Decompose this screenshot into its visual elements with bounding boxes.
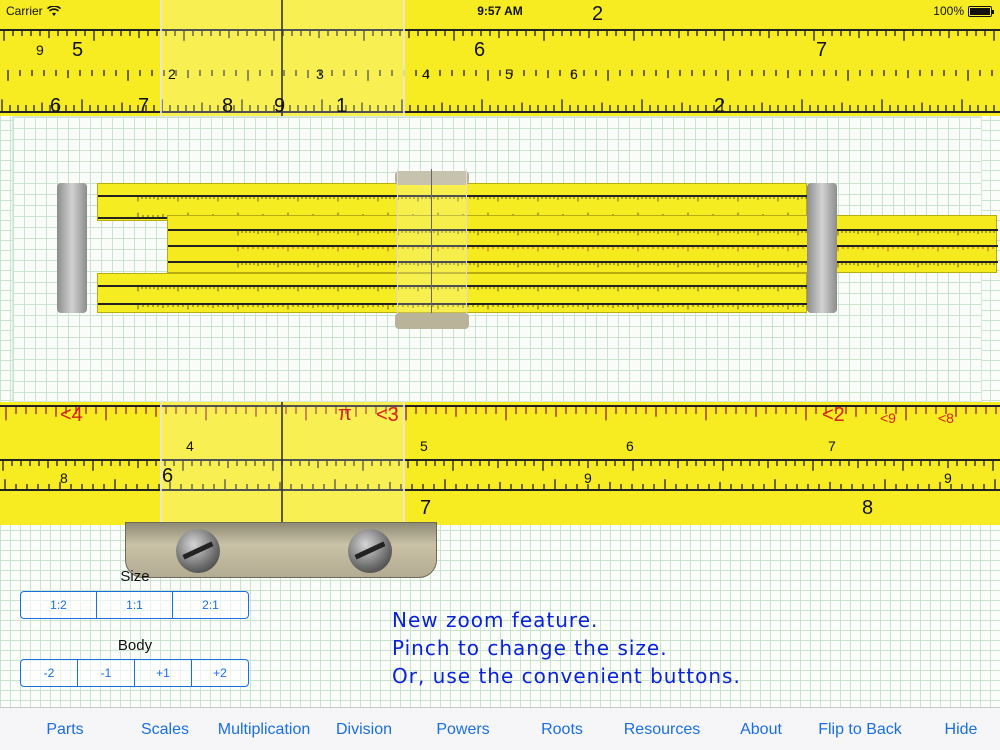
size-option-button[interactable]: 1:1	[97, 592, 173, 618]
body-option-button[interactable]: -1	[78, 660, 135, 686]
scale-label: 9	[36, 42, 44, 58]
body-option-button[interactable]: +1	[135, 660, 192, 686]
size-option-button[interactable]: 1:2	[21, 592, 97, 618]
body-title: Body	[117, 637, 153, 654]
scale-label: 6	[626, 438, 634, 454]
small-slide-rule[interactable]	[57, 169, 998, 329]
scale-label: 6	[474, 39, 486, 61]
small-rule-slide[interactable]	[167, 215, 998, 273]
size-title: Size	[120, 568, 150, 585]
scale-label: <2	[822, 404, 845, 426]
cursor-foot	[125, 522, 437, 578]
scale-label: 5	[420, 438, 428, 454]
scale-label: 7	[816, 39, 828, 61]
scale-label: 2	[714, 95, 726, 117]
tab-scales[interactable]: Scales	[130, 708, 200, 750]
small-rule-cursor[interactable]	[397, 169, 467, 329]
bottom-scale-ticks	[0, 405, 1000, 491]
small-slide-ticks	[168, 229, 998, 268]
tab-about[interactable]: About	[730, 708, 792, 750]
size-option-button[interactable]: 2:1	[173, 592, 248, 618]
status-right: 100%	[933, 4, 994, 18]
scale-label: <8	[938, 410, 954, 426]
scale-label: 6	[570, 66, 578, 82]
screw-icon	[348, 529, 392, 573]
scale-label: <4	[60, 404, 83, 426]
scale-label: 8	[222, 95, 234, 117]
message-line: Pinch to change the size.	[392, 636, 668, 660]
battery-percent: 100%	[933, 4, 964, 18]
scale-label: 8	[862, 497, 874, 519]
scale-label: 7	[420, 497, 432, 519]
tab-multiplication[interactable]: Multiplication	[212, 708, 316, 750]
size-segmented-control[interactable]: 1:2 1:1 2:1	[20, 591, 249, 619]
tab-hide[interactable]: Hide	[932, 708, 990, 750]
tab-flip-to-back[interactable]: Flip to Back	[810, 708, 910, 750]
left-endplate	[57, 183, 87, 313]
tab-powers[interactable]: Powers	[428, 708, 498, 750]
scale-label: 9	[274, 95, 286, 117]
tab-resources[interactable]: Resources	[616, 708, 708, 750]
small-cursor-hairline	[431, 169, 432, 329]
bottom-tab-bar: Parts Scales Multiplication Division Pow…	[0, 707, 1000, 750]
scale-label: 8	[60, 470, 68, 486]
scale-label: 2	[168, 66, 176, 82]
scale-label: 1	[336, 95, 348, 117]
battery-fill	[970, 7, 990, 15]
scale-label: 5	[505, 66, 513, 82]
zoom-overview-panel[interactable]	[12, 116, 998, 402]
zoom-feature-message: New zoom feature. Pinch to change the si…	[392, 606, 892, 690]
scale-label: 4	[422, 66, 430, 82]
status-bar: Carrier 9:57 AM 100%	[0, 0, 1000, 22]
tab-division[interactable]: Division	[328, 708, 400, 750]
message-line: Or, use the convenient buttons.	[392, 664, 741, 688]
body-option-button[interactable]: -2	[21, 660, 78, 686]
scale-label: 7	[828, 438, 836, 454]
body-option-button[interactable]: +2	[192, 660, 248, 686]
tab-parts[interactable]: Parts	[30, 708, 100, 750]
scale-label: 6	[50, 95, 62, 117]
status-time: 9:57 AM	[477, 4, 523, 18]
tab-roots[interactable]: Roots	[530, 708, 594, 750]
scale-label: 9	[584, 470, 592, 486]
scale-label: 9	[944, 470, 952, 486]
scale-label: <9	[880, 410, 896, 426]
small-cursor-foot	[395, 313, 469, 329]
screw-icon	[176, 529, 220, 573]
battery-icon	[968, 5, 994, 17]
scale-label: π	[338, 403, 352, 425]
scale-label: 6	[162, 465, 174, 487]
scale-label: 5	[72, 39, 84, 61]
scale-label: <3	[376, 404, 399, 426]
big-rule-bottom-stator	[0, 402, 1000, 525]
scale-label: 7	[138, 95, 150, 117]
message-line: New zoom feature.	[392, 608, 599, 632]
scale-label: 4	[186, 438, 194, 454]
right-endplate	[807, 183, 837, 313]
scale-label: 3	[316, 66, 324, 82]
body-segmented-control[interactable]: -2 -1 +1 +2	[20, 659, 249, 687]
